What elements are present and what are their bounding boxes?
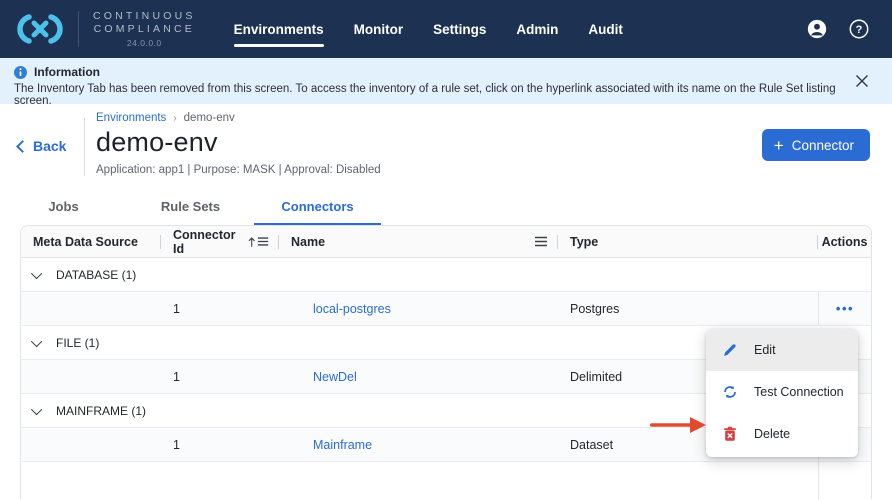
column-label-name: Name <box>291 235 325 249</box>
svg-text:?: ? <box>856 24 863 36</box>
chevron-down-icon <box>31 267 42 278</box>
column-menu-icon[interactable] <box>534 236 548 247</box>
nav-item-environments[interactable]: Environments <box>234 16 324 43</box>
row-actions-menu-icon[interactable]: ••• <box>836 302 854 315</box>
tab-bar: Jobs Rule Sets Connectors <box>0 190 892 225</box>
menu-item-delete[interactable]: Delete <box>706 413 858 455</box>
connector-link-local-postgres[interactable]: local-postgres <box>313 302 391 316</box>
cell-connector-id: 1 <box>161 428 279 461</box>
page-subtitle: Application: app1 | Purpose: MASK | Appr… <box>96 164 872 176</box>
cell-connector-id: 1 <box>161 360 279 393</box>
breadcrumb-current: demo-env <box>184 112 235 124</box>
breadcrumb: Environments › demo-env <box>96 112 872 124</box>
info-icon <box>14 66 27 79</box>
menu-item-label: Edit <box>754 343 776 357</box>
page-header: Back Environments › demo-env demo-env Ap… <box>0 104 892 176</box>
banner-title: Information <box>34 65 100 79</box>
back-button[interactable]: Back <box>18 138 66 154</box>
menu-item-test-connection[interactable]: Test Connection <box>706 371 858 413</box>
nav-item-admin[interactable]: Admin <box>516 16 558 43</box>
product-version: 24.0.0.0 <box>127 38 162 48</box>
delete-trash-icon <box>722 426 738 442</box>
test-connection-sync-icon <box>722 384 738 400</box>
product-name-line2: COMPLIANCE <box>94 23 195 36</box>
column-label-meta: Meta Data Source <box>33 235 138 249</box>
close-icon[interactable] <box>854 73 870 89</box>
table-empty-area <box>21 462 871 500</box>
menu-item-edit[interactable]: Edit <box>706 329 858 371</box>
cell-type: Postgres <box>558 292 818 325</box>
nav-item-settings[interactable]: Settings <box>433 16 486 43</box>
table-row-local-postgres: 1 local-postgres Postgres ••• <box>21 292 871 326</box>
connector-link-mainframe[interactable]: Mainframe <box>313 438 372 452</box>
menu-item-label: Delete <box>754 427 790 441</box>
column-header-connector-id[interactable]: Connector Id <box>161 226 279 257</box>
column-header-type[interactable]: Type <box>558 226 818 257</box>
header-divider <box>84 118 85 176</box>
help-icon[interactable]: ? <box>848 18 870 40</box>
chevron-down-icon <box>31 403 42 414</box>
back-label: Back <box>33 138 66 154</box>
group-row-database[interactable]: DATABASE (1) <box>21 258 871 292</box>
account-icon[interactable] <box>806 18 828 40</box>
delphix-logo-icon <box>16 14 64 44</box>
connector-link-newdel[interactable]: NewDel <box>313 370 357 384</box>
main-nav: Environments Monitor Settings Admin Audi… <box>234 16 623 43</box>
cell-meta <box>21 428 161 461</box>
product-wordmark: CONTINUOUS COMPLIANCE 24.0.0.0 <box>93 10 196 47</box>
column-header-name[interactable]: Name <box>279 226 558 257</box>
add-connector-label: Connector <box>792 138 854 153</box>
column-label-connector-id: Connector Id <box>173 228 239 256</box>
info-banner: Information The Inventory Tab has been r… <box>0 58 892 104</box>
group-label: MAINFRAME (1) <box>56 404 146 418</box>
page-title: demo-env <box>96 127 872 158</box>
back-chevron-icon <box>16 140 29 153</box>
nav-item-audit[interactable]: Audit <box>588 16 623 43</box>
plus-icon: + <box>774 137 784 154</box>
table-header-row: Meta Data Source Connector Id Name Type <box>21 226 871 258</box>
tab-connectors[interactable]: Connectors <box>254 190 381 225</box>
pointer-arrow-icon <box>650 417 706 433</box>
column-header-actions: Actions <box>818 226 871 257</box>
brand-divider <box>78 11 79 47</box>
nav-item-monitor[interactable]: Monitor <box>354 16 404 43</box>
brand: CONTINUOUS COMPLIANCE 24.0.0.0 <box>16 10 196 47</box>
column-menu-icon[interactable] <box>257 236 269 247</box>
row-actions-context-menu: Edit Test Connection Delete <box>706 329 858 457</box>
product-name-line1: CONTINUOUS <box>93 10 196 23</box>
cell-connector-id: 1 <box>161 292 279 325</box>
group-label: FILE (1) <box>56 336 99 350</box>
menu-item-label: Test Connection <box>754 385 844 399</box>
column-label-type: Type <box>570 235 598 249</box>
breadcrumb-separator-icon: › <box>173 113 176 124</box>
breadcrumb-environments[interactable]: Environments <box>96 112 166 124</box>
tab-rule-sets[interactable]: Rule Sets <box>127 190 254 225</box>
edit-pencil-icon <box>722 342 738 358</box>
column-label-actions: Actions <box>822 235 868 249</box>
top-navbar: CONTINUOUS COMPLIANCE 24.0.0.0 Environme… <box>0 0 892 58</box>
sort-ascending-icon[interactable] <box>247 236 256 248</box>
cell-meta <box>21 292 161 325</box>
column-header-meta-data-source[interactable]: Meta Data Source <box>21 226 161 257</box>
navbar-right: ? <box>806 18 870 40</box>
tab-jobs[interactable]: Jobs <box>0 190 127 225</box>
group-label: DATABASE (1) <box>56 268 136 282</box>
cell-meta <box>21 360 161 393</box>
chevron-down-icon <box>31 335 42 346</box>
add-connector-button[interactable]: + Connector <box>762 129 870 161</box>
